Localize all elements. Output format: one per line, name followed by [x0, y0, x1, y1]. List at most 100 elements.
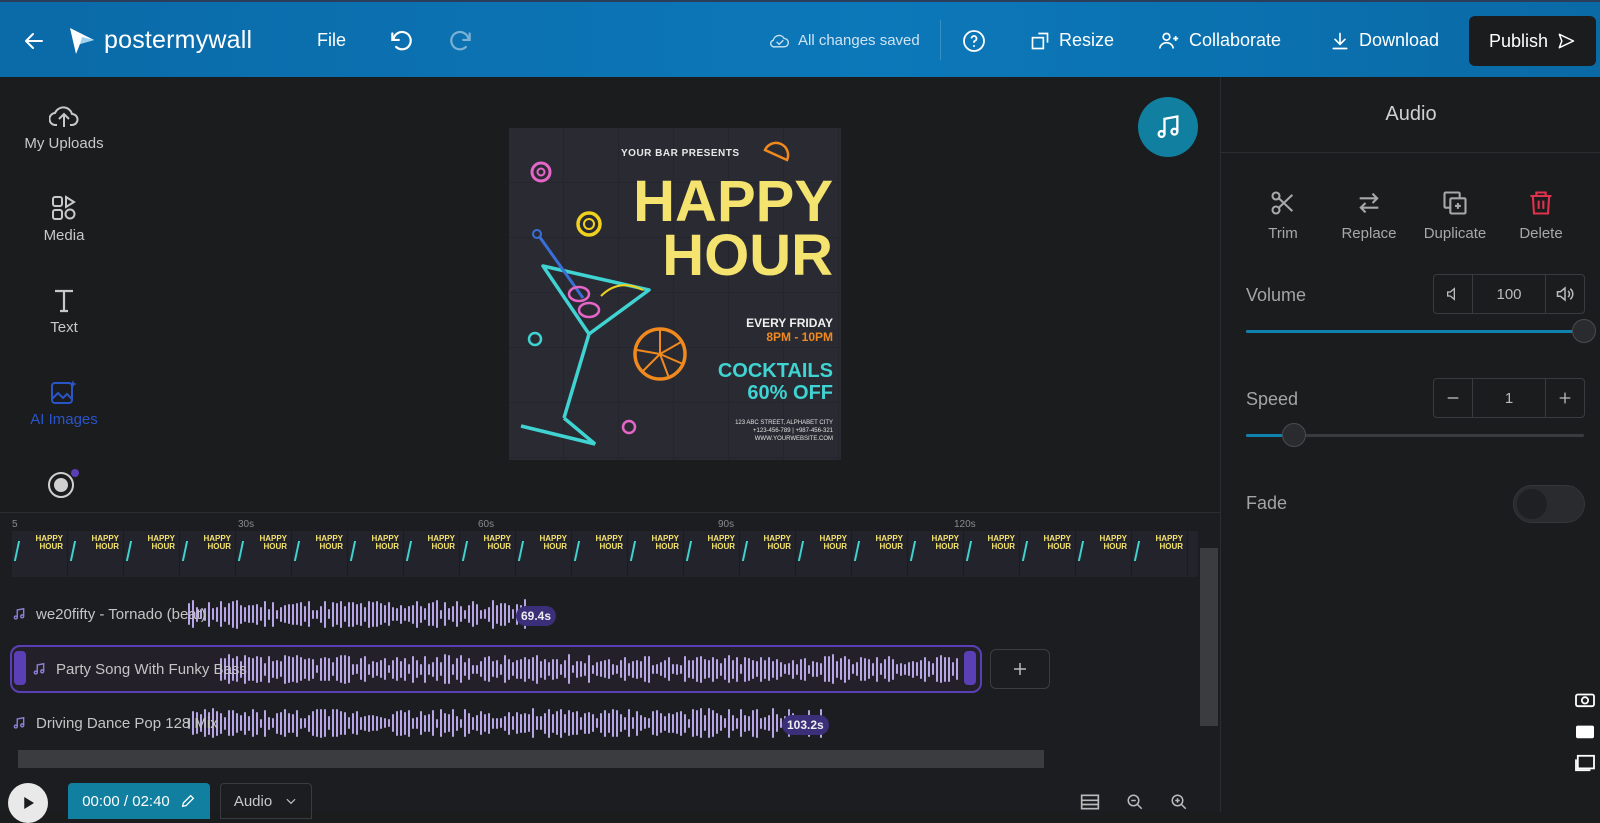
layout-icon[interactable] [1080, 793, 1100, 811]
waveform-bar [924, 656, 926, 682]
logo-mark-icon [70, 27, 94, 54]
waveform-bar [680, 664, 682, 674]
top-bar: postermywall File All changes saved Resi… [0, 0, 1600, 77]
help-button[interactable] [962, 2, 986, 79]
waveform-bar [460, 655, 462, 683]
delete-button[interactable]: Delete [1498, 189, 1584, 242]
waveform-bar [920, 659, 922, 679]
play-button[interactable] [8, 783, 48, 823]
undo-button[interactable] [388, 2, 414, 79]
timeline-mode-select[interactable]: Audio [220, 783, 312, 819]
sidebar-item-my-uploads[interactable]: My Uploads [0, 103, 128, 152]
waveform-bar [452, 663, 454, 675]
sidebar-item-ai-images[interactable]: AI Images [0, 379, 128, 428]
waveform-bar [884, 659, 886, 679]
time-display[interactable]: 00:00 / 02:40 [68, 783, 210, 819]
audio-track-tornado[interactable]: we20fifty - Tornado (beat) 69.4s [12, 592, 562, 636]
speed-decrease-button[interactable] [1434, 379, 1472, 417]
waveform-bar [676, 712, 678, 734]
replace-button[interactable]: Replace [1326, 189, 1412, 242]
sidebar-item-text[interactable]: Text [0, 287, 128, 336]
video-thumbnail-frame: HAPPY HOUR [1132, 531, 1188, 577]
waveform-bar [436, 718, 438, 728]
waveform-bar [396, 710, 398, 736]
waveform-bar [472, 716, 474, 730]
waveform-bar [484, 657, 486, 681]
publish-button[interactable]: Publish [1469, 16, 1596, 66]
collaborate-button[interactable]: Collaborate [1158, 2, 1281, 79]
add-audio-button[interactable] [990, 649, 1050, 689]
waveform-bar [772, 708, 774, 738]
logo[interactable]: postermywall [68, 2, 252, 79]
video-thumbnail-track[interactable]: HAPPY HOUR HAPPY HOUR HAPPY HOUR HAPPY HOUR… [12, 531, 1198, 577]
waveform-bar [844, 655, 846, 683]
waveform-bar [728, 708, 730, 738]
speed-slider[interactable] [1246, 423, 1584, 447]
record-icon [48, 469, 79, 498]
sidebar-item-media[interactable]: Media [0, 195, 128, 244]
duplicate-button[interactable]: Duplicate [1412, 189, 1498, 242]
cloud-check-icon [770, 34, 789, 48]
waveform-bar [424, 655, 426, 683]
waveform-bar [276, 712, 278, 734]
fade-toggle[interactable] [1513, 485, 1585, 523]
timeline-vertical-scrollbar[interactable] [1200, 548, 1218, 726]
waveform-bar [652, 664, 654, 674]
speed-slider-knob[interactable] [1282, 423, 1306, 447]
audio-fab-button[interactable] [1138, 97, 1198, 157]
poster-website: WWW.YOURWEBSITE.COM [754, 436, 833, 442]
redo-button[interactable] [448, 2, 474, 79]
trim-handle-right[interactable] [964, 651, 976, 685]
sidebar-item-record[interactable] [0, 469, 128, 499]
timeline-horizontal-scrollbar[interactable] [18, 750, 1044, 768]
waveform-bar [340, 600, 342, 628]
waveform-bar [896, 664, 898, 674]
audio-track-party-song[interactable]: Party Song With Funky Bass [10, 645, 982, 693]
zoom-in-icon[interactable] [1170, 793, 1188, 811]
volume-slider[interactable] [1246, 319, 1596, 343]
waveform-bar [724, 658, 726, 680]
poster-canvas[interactable]: YOUR BAR PRESENTS HAPPY HOUR EVERY FRIDA… [509, 128, 841, 460]
video-camera-icon[interactable] [1574, 722, 1596, 740]
timeline-ruler[interactable]: 5 30s 60s 90s 120s [12, 519, 1198, 531]
screen-icon[interactable] [1574, 754, 1596, 772]
waveform-bar [256, 711, 258, 735]
volume-up-button[interactable] [1546, 275, 1584, 313]
waveform-bar [716, 712, 718, 734]
waveform-bar [288, 604, 290, 624]
waveform-bar [580, 716, 582, 730]
volume-slider-knob[interactable] [1572, 319, 1596, 343]
waveform-bar [540, 716, 542, 730]
waveform-bar [368, 600, 370, 628]
waveform-bar [324, 709, 326, 737]
speed-value[interactable]: 1 [1472, 379, 1546, 417]
download-button[interactable]: Download [1330, 2, 1439, 79]
file-menu[interactable]: File [317, 2, 346, 79]
waveform-bar [540, 660, 542, 678]
volume-down-button[interactable] [1434, 275, 1472, 313]
ruler-tick: 60s [478, 519, 495, 530]
waveform-bar [324, 600, 326, 628]
waveform-bar [616, 664, 618, 674]
trim-button[interactable]: Trim [1240, 189, 1326, 242]
zoom-out-icon[interactable] [1126, 793, 1144, 811]
trash-icon [1530, 191, 1552, 215]
waveform-bar [228, 603, 230, 625]
waveform-bar [260, 718, 262, 728]
waveform-bar [552, 713, 554, 733]
back-button[interactable] [22, 2, 46, 79]
waveform-bar [796, 663, 798, 675]
waveform-bar [508, 605, 510, 623]
waveform-bar [388, 665, 390, 673]
waveform-bar [584, 712, 586, 734]
waveform-bar [296, 603, 298, 625]
speed-increase-button[interactable] [1546, 379, 1584, 417]
volume-value[interactable]: 100 [1472, 275, 1546, 313]
resize-button[interactable]: Resize [1030, 2, 1114, 79]
waveform-bar [576, 660, 578, 678]
waveform-bar [656, 664, 658, 674]
audio-track-driving-dance-pop[interactable]: Driving Dance Pop 128 Mix 103.2s [12, 701, 842, 745]
camera-icon[interactable] [1574, 690, 1596, 708]
waveform-bar [448, 654, 450, 684]
waveform-bar [348, 717, 350, 729]
